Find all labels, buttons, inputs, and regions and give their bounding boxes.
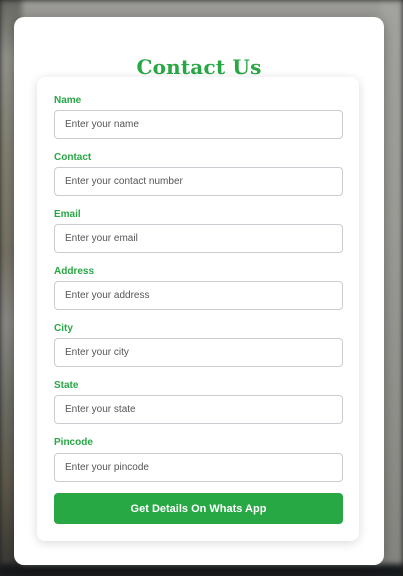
state-input[interactable] [54, 395, 343, 424]
email-label: Email [54, 209, 81, 220]
address-label: Address [54, 266, 95, 277]
contact-modal: Contact Us Name Contact Email Address Ci… [14, 17, 384, 565]
pincode-label: Pincode [54, 437, 93, 448]
address-input[interactable] [54, 281, 343, 310]
contact-number-input[interactable] [54, 167, 343, 196]
get-details-whatsapp-button[interactable]: Get Details On Whats App [54, 493, 343, 524]
city-label: City [54, 323, 73, 334]
name-input[interactable] [54, 110, 343, 139]
city-input[interactable] [54, 338, 343, 367]
email-input[interactable] [54, 224, 343, 253]
state-label: State [54, 380, 79, 391]
contact-label: Contact [54, 152, 92, 163]
contact-form: Name Contact Email Address City State Pi… [37, 77, 359, 541]
name-label: Name [54, 95, 82, 106]
modal-title: Contact Us [136, 55, 262, 79]
pincode-input[interactable] [54, 453, 343, 482]
